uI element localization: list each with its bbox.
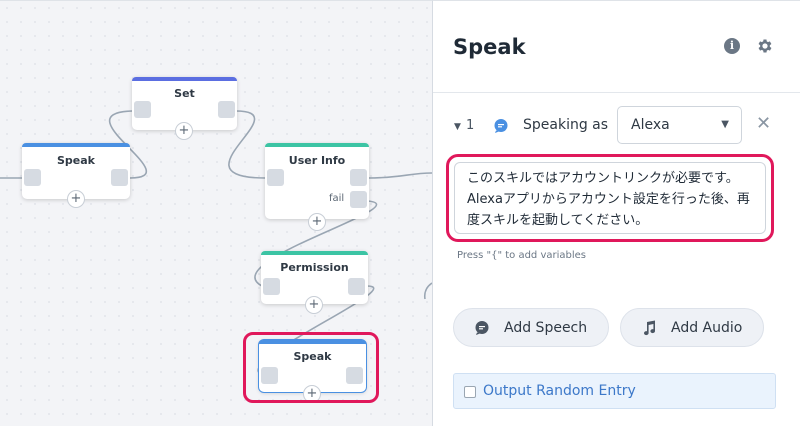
speech-bubble-icon [475,321,489,335]
flow-node-permission[interactable]: Permission + [261,251,368,314]
output-random-entry-option[interactable]: Output Random Entry [453,373,776,409]
voice-select-value: Alexa [631,117,670,133]
add-audio-label: Add Audio [671,320,743,336]
caret-down-icon[interactable]: ▼ [454,122,461,132]
add-step-button[interactable]: + [67,190,85,208]
gear-icon[interactable] [756,37,774,55]
input-port[interactable] [267,169,284,186]
output-port[interactable] [111,169,128,186]
panel-title: Speak [453,35,526,59]
close-icon[interactable]: ✕ [756,115,771,133]
node-title: Set [174,87,195,100]
speech-text-field[interactable]: このスキルではアカウントリンクが必要です。Alexaアプリからアカウント設定を行… [454,162,766,234]
output-random-entry-label[interactable]: Output Random Entry [483,383,636,399]
node-color-bar [261,251,368,255]
input-port[interactable] [134,101,151,118]
speech-highlight-annotation: このスキルではアカウントリンクが必要です。Alexaアプリからアカウント設定を行… [446,154,774,242]
voice-select[interactable]: Alexa ▼ [617,106,742,144]
input-port[interactable] [263,278,280,295]
fail-port-label: fail [329,193,345,204]
node-color-bar [265,143,369,147]
node-color-bar [132,77,237,81]
node-title: Permission [280,261,349,274]
info-icon[interactable]: i [724,38,740,54]
checkbox-icon[interactable] [464,386,476,398]
variables-hint: Press "{" to add variables [457,250,587,261]
add-step-button[interactable]: + [175,122,193,140]
chevron-down-icon: ▼ [721,119,729,130]
speech-bubble-icon [494,119,508,133]
add-audio-button[interactable]: Add Audio [620,308,764,347]
flow-node-user-info[interactable]: User Info fail + [265,143,369,231]
node-color-bar [22,143,130,147]
music-note-icon [644,320,656,336]
flow-node-speak[interactable]: Speak + [22,143,130,208]
fail-output-port[interactable] [350,191,367,208]
node-title: Speak [57,154,95,167]
input-port[interactable] [24,169,41,186]
speaking-as-label: Speaking as [523,117,609,133]
add-speech-button[interactable]: Add Speech [453,308,609,347]
flow-node-set[interactable]: Set + [132,77,237,140]
flow-canvas[interactable]: Set + Speak + User Info fail + Permissio… [0,0,432,426]
add-step-button[interactable]: + [305,296,323,314]
step-number: 1 [466,118,475,133]
speech-text[interactable]: このスキルではアカウントリンクが必要です。Alexaアプリからアカウント設定を行… [467,168,759,231]
add-speech-label: Add Speech [504,320,588,336]
editor-panel: Speak i ▼ 1 Speaking as Alexa ▼ ✕ このスキルで… [432,0,800,426]
output-port[interactable] [218,101,235,118]
highlight-annotation [243,332,379,403]
node-title: User Info [288,154,346,167]
success-output-port[interactable] [350,169,367,186]
add-step-button[interactable]: + [308,213,326,231]
output-port[interactable] [348,278,365,295]
panel-header: Speak i [433,1,800,93]
